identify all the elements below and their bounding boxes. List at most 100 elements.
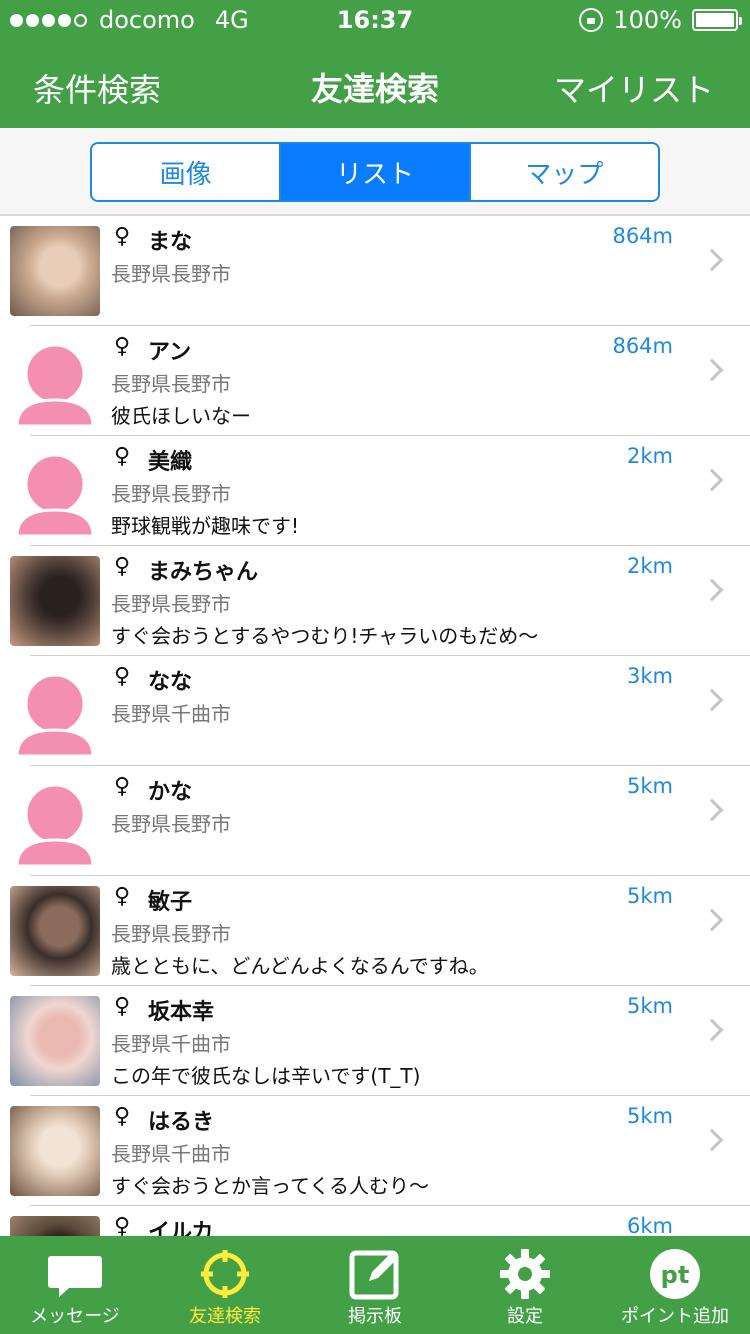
user-distance: 5km bbox=[627, 774, 673, 798]
user-distance: 5km bbox=[627, 994, 673, 1018]
female-icon: ♀ bbox=[113, 774, 131, 799]
user-distance: 5km bbox=[627, 1104, 673, 1128]
user-distance: 5km bbox=[627, 884, 673, 908]
tab-bar: メッセージ 友達検索 掲示板 設定 pt ポイント追加 bbox=[0, 1236, 750, 1334]
segment-area: 画像 リスト マップ bbox=[0, 128, 750, 216]
list-item[interactable]: ♀ アン 864m 長野県長野市 彼氏ほしいなー bbox=[0, 326, 750, 436]
female-icon: ♀ bbox=[113, 994, 131, 1019]
avatar-photo bbox=[10, 226, 100, 316]
battery-percent: 100% bbox=[613, 6, 682, 34]
avatar-placeholder-icon bbox=[10, 776, 100, 866]
user-location: 長野県長野市 bbox=[111, 922, 231, 946]
user-name: アン bbox=[148, 340, 192, 365]
avatar-placeholder-icon bbox=[10, 446, 100, 536]
user-message: すぐ会おうとか言ってくる人むり〜 bbox=[111, 1174, 429, 1198]
avatar-photo bbox=[10, 556, 100, 646]
view-segment-control: 画像 リスト マップ bbox=[90, 142, 660, 202]
avatar-photo bbox=[10, 886, 100, 976]
user-location: 長野県長野市 bbox=[111, 262, 231, 286]
chevron-right-icon bbox=[700, 798, 724, 822]
gear-icon bbox=[500, 1249, 550, 1299]
user-message: 歳とともに、どんどんよくなるんですね。 bbox=[111, 954, 489, 978]
user-name: なな bbox=[148, 670, 193, 695]
svg-text:pt: pt bbox=[661, 1261, 690, 1289]
female-icon: ♀ bbox=[113, 1214, 131, 1236]
user-location: 長野県千曲市 bbox=[111, 1142, 231, 1166]
user-location: 長野県長野市 bbox=[111, 812, 231, 836]
segment-image[interactable]: 画像 bbox=[92, 144, 282, 200]
list-item[interactable]: ♀ はるき 5km 長野県千曲市 すぐ会おうとか言ってくる人むり〜 bbox=[0, 1096, 750, 1206]
list-item[interactable]: ♀ イルカ 6km bbox=[0, 1206, 750, 1236]
chat-bubble-icon bbox=[48, 1256, 102, 1297]
avatar-photo bbox=[10, 1216, 100, 1236]
tab-messages-label: メッセージ bbox=[30, 1306, 120, 1327]
user-message: すぐ会おうとするやつむり!チャラいのもだめ〜 bbox=[111, 624, 539, 648]
list-item[interactable]: ♀ 敏子 5km 長野県長野市 歳とともに、どんどんよくなるんですね。 bbox=[0, 876, 750, 986]
tab-settings-label: 設定 bbox=[507, 1306, 543, 1327]
list-item[interactable]: ♀ 坂本幸 5km 長野県千曲市この年で彼氏なしは辛いです(T_T) bbox=[0, 986, 750, 1096]
avatar-placeholder-icon bbox=[10, 336, 100, 426]
user-distance: 2km bbox=[627, 444, 673, 468]
tab-bulletin-board-label: 掲示板 bbox=[348, 1306, 402, 1327]
user-name: かな bbox=[148, 780, 193, 805]
segment-map[interactable]: マップ bbox=[471, 144, 658, 200]
user-distance: 3km bbox=[627, 664, 673, 688]
navigation-bar: 条件検索 友達検索 マイリスト bbox=[0, 40, 750, 128]
user-location: 長野県長野市 bbox=[111, 372, 231, 396]
avatar-photo bbox=[10, 1106, 100, 1196]
list-item[interactable]: ♀ まみちゃん 2km 長野県長野市すぐ会おうとするやつむり!チャラいのもだめ〜 bbox=[0, 546, 750, 656]
user-location: 長野県千曲市 bbox=[111, 1032, 231, 1056]
tab-add-points[interactable]: pt ポイント追加 bbox=[600, 1236, 750, 1334]
user-distance: 6km bbox=[627, 1214, 673, 1236]
list-item[interactable]: ♀ まな 864m 長野県長野市 bbox=[0, 216, 750, 326]
tab-bulletin-board[interactable]: 掲示板 bbox=[300, 1236, 450, 1334]
user-location: 長野県千曲市 bbox=[111, 702, 231, 726]
user-name: まみちゃん bbox=[148, 560, 259, 585]
female-icon: ♀ bbox=[113, 664, 131, 689]
tab-messages[interactable]: メッセージ bbox=[0, 1236, 150, 1334]
user-name: 美織 bbox=[148, 450, 193, 475]
female-icon: ♀ bbox=[113, 444, 131, 469]
female-icon: ♀ bbox=[113, 334, 131, 359]
rotation-lock-icon bbox=[579, 8, 604, 32]
chevron-right-icon bbox=[700, 468, 724, 492]
female-icon: ♀ bbox=[113, 554, 131, 579]
list-item[interactable]: ♀ かな 5km 長野県長野市 bbox=[0, 766, 750, 876]
chevron-right-icon bbox=[700, 248, 724, 272]
female-icon: ♀ bbox=[113, 224, 131, 249]
user-message: 野球観戦が趣味です! bbox=[111, 514, 300, 538]
user-name: イルカ bbox=[148, 1220, 214, 1236]
chevron-right-icon bbox=[700, 578, 724, 602]
chevron-right-icon bbox=[700, 688, 724, 712]
list-item[interactable]: ♀ 美織 2km 長野県長野市野球観戦が趣味です! bbox=[0, 436, 750, 546]
chevron-right-icon bbox=[700, 908, 724, 932]
user-message: 彼氏ほしいなー bbox=[111, 404, 251, 428]
avatar-placeholder-icon bbox=[10, 666, 100, 756]
avatar-photo bbox=[10, 996, 100, 1086]
chevron-right-icon bbox=[700, 1018, 724, 1042]
status-right: 100% bbox=[579, 6, 742, 34]
edit-icon bbox=[349, 1250, 399, 1300]
user-list: ♀ まな 864m 長野県長野市 ♀ アン 864m 長野県長野市 彼氏ほしいなー ♀ 美織 2km 長… bbox=[0, 216, 750, 1236]
female-icon: ♀ bbox=[113, 884, 131, 909]
user-name: まな bbox=[148, 230, 193, 255]
user-message: この年で彼氏なしは辛いです(T_T) bbox=[111, 1064, 421, 1088]
battery-icon bbox=[692, 9, 742, 31]
segment-list[interactable]: リスト bbox=[281, 144, 471, 200]
points-icon: pt bbox=[650, 1249, 700, 1299]
tab-settings[interactable]: 設定 bbox=[450, 1236, 600, 1334]
user-location: 長野県長野市 bbox=[111, 592, 231, 616]
my-list-button[interactable]: マイリスト bbox=[554, 65, 714, 111]
user-name: はるき bbox=[148, 1110, 215, 1135]
list-item[interactable]: ♀ なな 3km 長野県千曲市 bbox=[0, 656, 750, 766]
user-distance: 864m bbox=[612, 334, 673, 358]
chevron-right-icon bbox=[700, 358, 724, 382]
status-bar: docomo 4G 16:37 100% bbox=[0, 0, 750, 40]
crosshair-icon bbox=[201, 1250, 249, 1298]
tab-add-points-label: ポイント追加 bbox=[621, 1306, 729, 1327]
tab-friend-search[interactable]: 友達検索 bbox=[150, 1236, 300, 1334]
user-distance: 2km bbox=[627, 554, 673, 578]
user-location: 長野県長野市 bbox=[111, 482, 231, 506]
user-name: 坂本幸 bbox=[148, 1000, 215, 1025]
tab-friend-search-label: 友達検索 bbox=[189, 1306, 261, 1327]
